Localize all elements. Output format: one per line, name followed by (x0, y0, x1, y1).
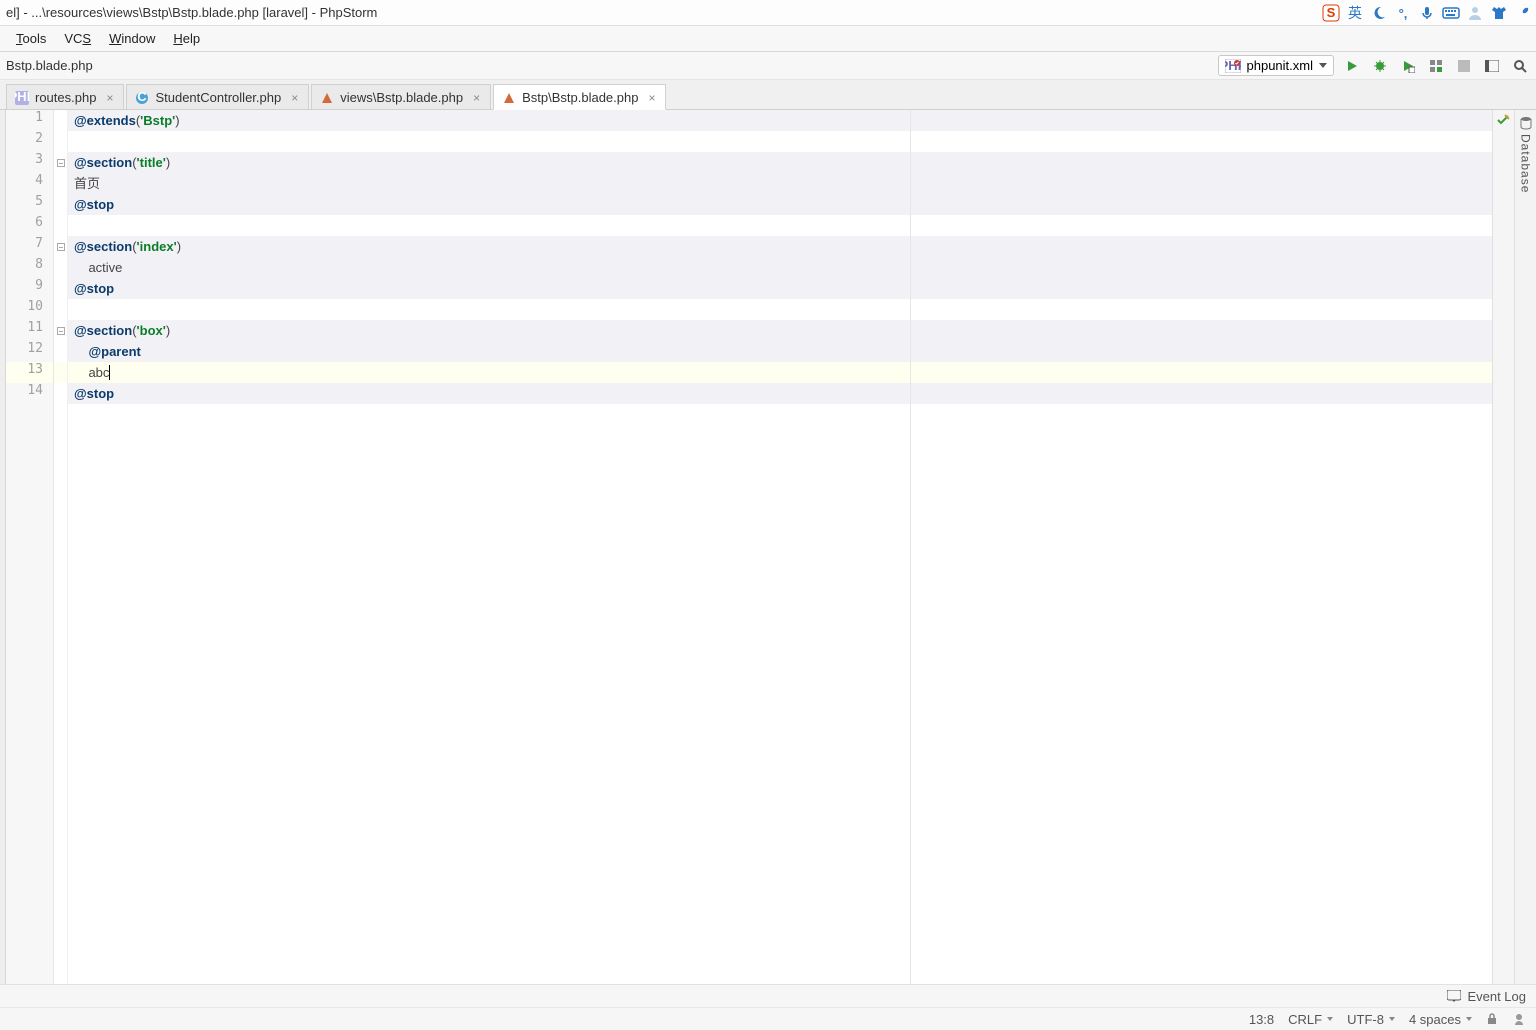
keyboard-icon[interactable] (1442, 4, 1460, 22)
navigation-bar: Bstp.blade.php PHP phpunit.xml (0, 52, 1536, 80)
event-log-icon[interactable] (1447, 990, 1461, 1002)
indent-config[interactable]: 4 spaces (1409, 1012, 1472, 1027)
coverage-button[interactable] (1398, 56, 1418, 76)
tab-bstp-bstp[interactable]: Bstp\Bstp.blade.php × (493, 84, 666, 110)
profile-button[interactable] (1426, 56, 1446, 76)
ime-s-icon[interactable]: S (1322, 4, 1340, 22)
ime-tray: S 英 °, (1322, 0, 1532, 26)
line-gutter[interactable]: 12345 678910 11121314 (6, 110, 54, 984)
punct-icon[interactable]: °, (1394, 4, 1412, 22)
caret-position[interactable]: 13:8 (1249, 1012, 1274, 1027)
svg-text:S: S (1327, 5, 1336, 20)
run-config-label: phpunit.xml (1247, 58, 1313, 73)
tab-routes[interactable]: PHP routes.php × (6, 84, 124, 109)
menu-vcs[interactable]: VCS (64, 31, 91, 46)
title-bar: el] - ...\resources\views\Bstp\Bstp.blad… (0, 0, 1536, 26)
run-config-selector[interactable]: PHP phpunit.xml (1218, 55, 1334, 76)
status-bar-lower: 13:8 CRLF UTF-8 4 spaces (0, 1007, 1536, 1030)
menu-window[interactable]: Window (109, 31, 155, 46)
right-margin-line (910, 110, 911, 984)
toolbar-right: PHP phpunit.xml (1218, 55, 1530, 76)
window-title: el] - ...\resources\views\Bstp\Bstp.blad… (6, 5, 377, 20)
inspection-rail[interactable] (1492, 110, 1514, 984)
wrench-icon[interactable] (1514, 4, 1532, 22)
ime-lang-icon[interactable]: 英 (1346, 4, 1364, 22)
menu-bar: Tools VCS Window Help (0, 26, 1536, 52)
close-icon[interactable]: × (473, 91, 480, 105)
svg-text:C: C (138, 91, 148, 104)
editor-area: 12345 678910 11121314 @extends('Bstp') @… (0, 110, 1536, 984)
event-log-label[interactable]: Event Log (1467, 989, 1526, 1004)
tab-label: Bstp\Bstp.blade.php (522, 90, 638, 105)
blade-file-icon (320, 91, 334, 105)
tshirt-icon[interactable] (1490, 4, 1508, 22)
code-editor[interactable]: @extends('Bstp') @section('title') 首页 @s… (68, 110, 1492, 984)
mic-icon[interactable] (1418, 4, 1436, 22)
tab-label: views\Bstp.blade.php (340, 90, 463, 105)
database-icon (1519, 116, 1533, 130)
tab-student-controller[interactable]: C StudentController.php × (126, 84, 309, 109)
database-label: Database (1519, 134, 1533, 193)
database-tool-tab[interactable]: Database (1514, 110, 1536, 984)
tab-label: routes.php (35, 90, 96, 105)
blade-file-icon (502, 91, 516, 105)
search-everywhere-button[interactable] (1510, 56, 1530, 76)
readonly-toggle[interactable] (1486, 1013, 1498, 1025)
inspection-ok-icon (1496, 114, 1510, 126)
layout-button[interactable] (1482, 56, 1502, 76)
class-file-icon: C (135, 91, 149, 105)
close-icon[interactable]: × (291, 91, 298, 105)
breadcrumb[interactable]: Bstp.blade.php (6, 58, 93, 73)
menu-help[interactable]: Help (173, 31, 200, 46)
phpunit-icon: PHP (1225, 59, 1241, 73)
close-icon[interactable]: × (106, 91, 113, 105)
chevron-down-icon (1319, 63, 1327, 68)
fold-column[interactable] (54, 110, 68, 984)
svg-text:PHP: PHP (15, 91, 29, 104)
stop-button (1454, 56, 1474, 76)
menu-tools[interactable]: Tools (16, 31, 46, 46)
debug-button[interactable] (1370, 56, 1390, 76)
editor-tabstrip: PHP routes.php × C StudentController.php… (0, 80, 1536, 110)
close-icon[interactable]: × (648, 91, 655, 105)
line-separator[interactable]: CRLF (1288, 1012, 1333, 1027)
person-icon[interactable] (1466, 4, 1484, 22)
file-encoding[interactable]: UTF-8 (1347, 1012, 1395, 1027)
tab-views-bstp[interactable]: views\Bstp.blade.php × (311, 84, 491, 109)
tab-label: StudentController.php (155, 90, 281, 105)
hector-icon[interactable] (1512, 1012, 1526, 1026)
moon-icon[interactable] (1370, 4, 1388, 22)
php-file-icon: PHP (15, 91, 29, 105)
status-bar-upper: Event Log (0, 984, 1536, 1007)
run-button[interactable] (1342, 56, 1362, 76)
text-caret (109, 365, 110, 380)
